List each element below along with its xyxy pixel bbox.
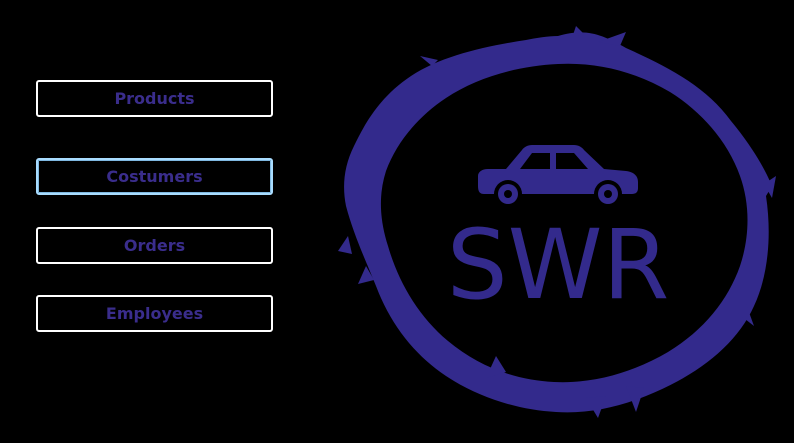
employees-button[interactable]: Employees (36, 295, 273, 332)
car-icon (478, 145, 638, 208)
orders-button[interactable]: Orders (36, 227, 273, 264)
swr-logo: SWR (336, 26, 780, 418)
logo-text: SWR (447, 209, 670, 321)
costumers-button[interactable]: Costumers (36, 158, 273, 195)
products-button[interactable]: Products (36, 80, 273, 117)
